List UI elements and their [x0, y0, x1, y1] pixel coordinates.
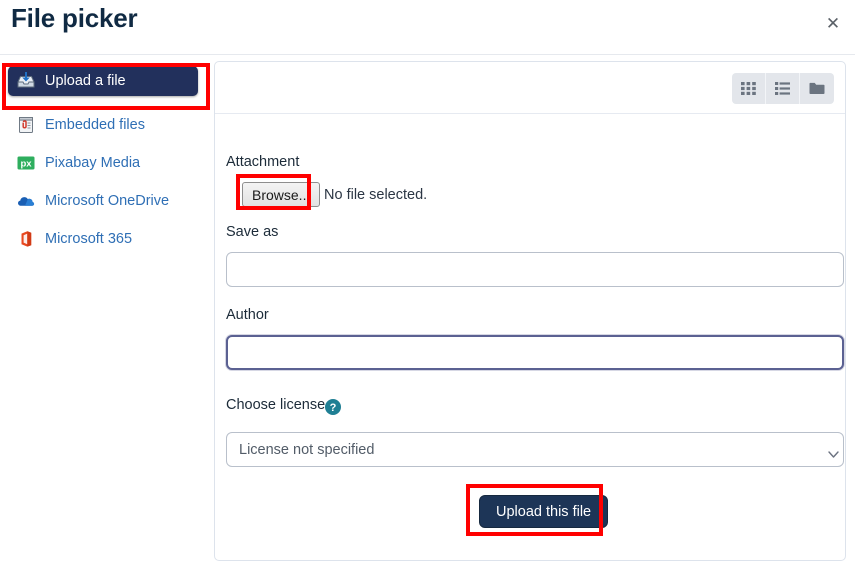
author-input[interactable] [226, 335, 844, 370]
dialog-header: File picker ✕ [0, 0, 855, 55]
browse-button[interactable]: Browse... [242, 182, 321, 207]
choose-license-label: Choose license [226, 397, 326, 413]
svg-text:?: ? [330, 402, 337, 414]
panel-toolbar [215, 62, 845, 114]
embedded-files-icon [16, 115, 36, 135]
upload-panel: Attachment Browse... No file selected. S… [214, 61, 846, 561]
sidebar-item-microsoft-365[interactable]: Microsoft 365 [8, 224, 198, 254]
file-picker-dialog: File picker ✕ Upload a file Embedded fil… [0, 0, 855, 572]
attachment-label: Attachment [226, 154, 300, 170]
license-select[interactable]: License not specified [226, 432, 844, 467]
view-mode-group [732, 73, 834, 104]
repository-sidebar: Upload a file Embedded files px Pixabay … [0, 56, 206, 561]
grid-view-icon[interactable] [732, 73, 766, 104]
save-as-label: Save as [226, 224, 279, 240]
file-status-text: No file selected. [324, 187, 428, 203]
sidebar-item-label: Upload a file [45, 72, 126, 89]
sidebar-item-label: Embedded files [45, 116, 145, 133]
sidebar-item-upload-a-file[interactable]: Upload a file [8, 66, 198, 96]
microsoft-365-icon [16, 229, 36, 249]
sidebar-item-label: Microsoft 365 [45, 230, 133, 247]
sidebar-item-label: Pixabay Media [45, 154, 141, 171]
onedrive-cloud-icon [16, 191, 36, 211]
svg-text:px: px [20, 159, 32, 170]
author-label: Author [226, 307, 269, 323]
folder-view-icon[interactable] [800, 73, 834, 104]
sidebar-item-label: Microsoft OneDrive [45, 192, 170, 209]
upload-tray-icon [16, 71, 36, 91]
list-view-icon[interactable] [766, 73, 800, 104]
page-title: File picker [11, 3, 138, 33]
close-icon[interactable]: ✕ [819, 9, 847, 37]
sidebar-item-embedded-files[interactable]: Embedded files [8, 110, 198, 140]
upload-this-file-button[interactable]: Upload this file [479, 495, 609, 528]
sidebar-item-pixabay-media[interactable]: px Pixabay Media [8, 148, 198, 178]
sidebar-item-microsoft-onedrive[interactable]: Microsoft OneDrive [8, 186, 198, 216]
pixabay-icon: px [16, 153, 36, 173]
save-as-input[interactable] [226, 252, 844, 287]
help-circle-icon[interactable]: ? [325, 399, 341, 415]
